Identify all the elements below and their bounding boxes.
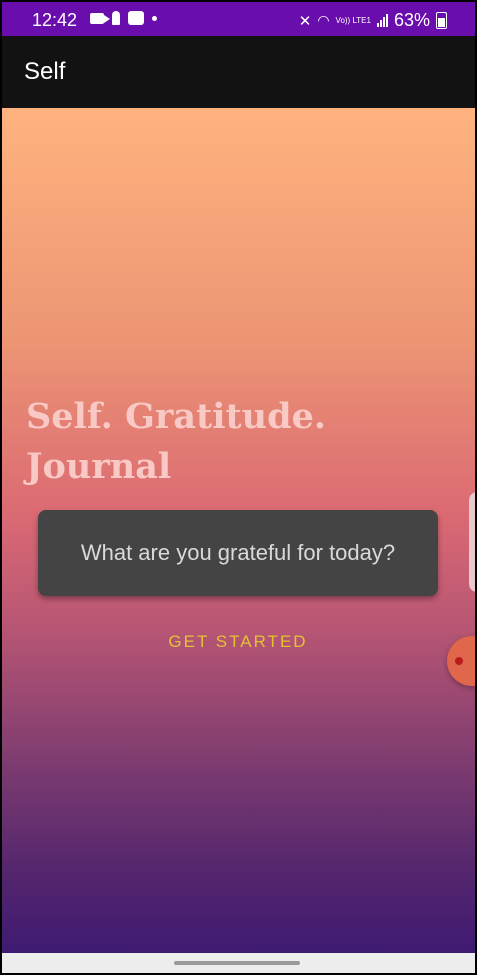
wifi-icon: ◠ (317, 12, 330, 28)
status-bar: 12:42 ✕ ◠ Vo)) LTE1 63% (2, 2, 475, 36)
status-time: 12:42 (32, 10, 78, 30)
floating-action-button[interactable] (447, 636, 475, 686)
status-right-icons: ✕ ◠ Vo)) LTE1 63% (299, 10, 447, 31)
signal-icon (376, 14, 388, 27)
get-started-button[interactable]: GET STARTED (158, 624, 318, 660)
record-dot-icon (455, 657, 463, 665)
app-bar: Self (2, 36, 475, 108)
volte-icon: Vo)) LTE1 (335, 15, 371, 25)
teams-icon (128, 11, 144, 25)
video-camera-icon (90, 12, 110, 24)
mute-icon: ✕ (298, 12, 312, 30)
status-left-icons (90, 11, 157, 25)
navigation-bar (2, 953, 475, 973)
headline: Self. Gratitude. Journal (26, 396, 327, 487)
battery-percent: 63% (393, 10, 430, 30)
home-gesture-handle[interactable] (174, 961, 300, 965)
notification-dot-icon (152, 15, 157, 21)
phone-screen: 12:42 ✕ ◠ Vo)) LTE1 63% Self Self. Grati… (0, 0, 477, 975)
next-card-peek[interactable] (469, 492, 475, 592)
app-title: Self (24, 58, 66, 85)
main-content: Self. Gratitude. Journal What are you gr… (2, 108, 475, 953)
keyhole-icon (112, 11, 120, 25)
prompt-card: What are you grateful for today? (38, 510, 438, 596)
prompt-text: What are you grateful for today? (80, 540, 396, 565)
battery-icon (436, 12, 447, 29)
